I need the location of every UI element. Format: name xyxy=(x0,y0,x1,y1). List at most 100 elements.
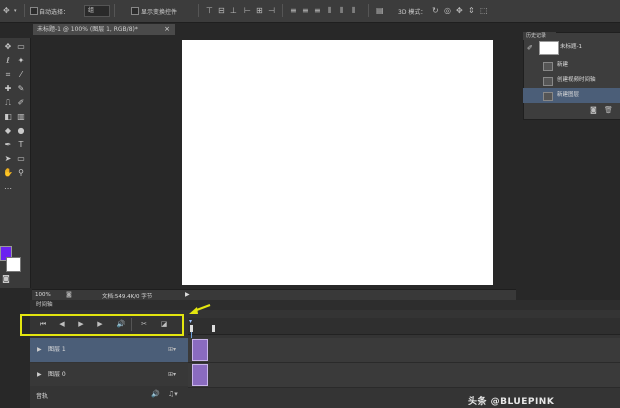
show-transform-checkbox[interactable] xyxy=(131,7,139,15)
timeline-header xyxy=(30,300,620,310)
pen-tool-icon[interactable]: ✒ xyxy=(2,140,14,150)
path-selection-tool-icon[interactable]: ➤ xyxy=(2,154,14,164)
eyedropper-tool-icon[interactable]: ⁄ xyxy=(15,70,27,80)
audio-mute-icon[interactable]: 🔊 xyxy=(151,390,160,398)
gradient-tool-icon[interactable]: ▥ xyxy=(15,112,27,122)
clone-stamp-tool-icon[interactable]: ⎍ xyxy=(2,98,14,108)
tool-preset-chevron-icon[interactable]: ▾ xyxy=(14,7,17,15)
shape-tool-icon[interactable]: ▭ xyxy=(15,154,27,164)
marquee-tool-icon[interactable]: ▭ xyxy=(15,42,27,52)
type-tool-icon[interactable]: T xyxy=(15,140,27,150)
film-clip-menu-icon[interactable]: ⊞▾ xyxy=(168,363,176,387)
watermark-text: 头条 @BLUEPINK xyxy=(468,397,555,407)
align-vcenter-icon[interactable]: ⊟ xyxy=(218,7,225,15)
3d-slide-icon[interactable]: ⇕ xyxy=(468,7,475,15)
toolbox: ✥ ▭ ℓ ✦ ⌗ ⁄ ✚ ✎ ⎍ ✐ ◧ ▥ ◆ ● ✒ T ➤ ▭ ✋ ⚲ … xyxy=(0,38,31,288)
zoom-level[interactable]: 100% xyxy=(35,292,51,298)
history-item[interactable]: 新建 xyxy=(523,58,620,73)
3d-roll-icon[interactable]: ◎ xyxy=(444,7,451,15)
auto-select-checkbox[interactable] xyxy=(30,7,38,15)
history-item-label: 创建视频时间轴 xyxy=(557,77,596,83)
move-tool-icon[interactable]: ✥ xyxy=(3,7,10,15)
playback-controls-highlight xyxy=(20,314,184,336)
document-info: 文档:549.4K/0 字节 xyxy=(102,294,153,300)
document-tab-title: 未标题-1 @ 100% (图层 1, RGB/8) xyxy=(37,26,135,33)
3d-scale-icon[interactable]: ⬚ xyxy=(480,7,488,15)
align-hcenter-icon[interactable]: ⊞ xyxy=(256,7,263,15)
dodge-tool-icon[interactable]: ● xyxy=(15,126,27,136)
expand-triangle-icon[interactable]: ▶ xyxy=(37,338,42,362)
history-item-selected[interactable]: 新建图层 xyxy=(523,88,620,103)
brush-tool-icon[interactable]: ✎ xyxy=(15,84,27,94)
distribute-left-icon[interactable]: ⦀ xyxy=(328,7,332,15)
playhead-icon[interactable]: ▾ xyxy=(189,318,192,325)
move-tool-icon[interactable]: ✥ xyxy=(2,42,14,52)
timeline-track[interactable] xyxy=(188,363,620,388)
audio-track-label: 音轨 xyxy=(36,393,49,400)
timeline-layer-name: 图层 0 xyxy=(48,371,66,378)
snapshot-name[interactable]: 未标题-1 xyxy=(560,41,582,53)
distribute-top-icon[interactable]: ≡ xyxy=(290,7,297,15)
distribute-right-icon[interactable]: ⦀ xyxy=(352,7,356,15)
auto-align-icon[interactable]: ▤ xyxy=(376,7,384,15)
distribute-bottom-icon[interactable]: ≡ xyxy=(314,7,321,15)
distribute-hcenter-icon[interactable]: ⦀ xyxy=(340,7,344,15)
timeline-tab[interactable]: 时间轴 xyxy=(36,301,53,309)
healing-brush-tool-icon[interactable]: ✚ xyxy=(2,84,14,94)
pointer-arrow-annotation xyxy=(189,303,211,314)
history-brush-source-icon[interactable]: ✐ xyxy=(527,44,533,52)
timeline-track[interactable] xyxy=(188,338,620,363)
history-brush-tool-icon[interactable]: ✐ xyxy=(15,98,27,108)
quick-mask-icon[interactable]: ◙ xyxy=(0,274,12,284)
background-color-swatch[interactable] xyxy=(6,257,21,272)
show-transform-label: 显示变换控件 xyxy=(141,9,178,16)
options-bar: ✥ ▾ 自动选择： 组 显示变换控件 ⊤ ⊟ ⊥ ⊢ ⊞ ⊣ ≡ ≡ ≡ ⦀ ⦀… xyxy=(0,0,620,23)
more-tools-icon[interactable]: ⋯ xyxy=(2,184,14,194)
history-state-icon xyxy=(543,92,553,101)
history-state-icon xyxy=(543,62,553,71)
audio-menu-icon[interactable]: ♫▾ xyxy=(168,390,178,398)
history-item[interactable]: 创建视频时间轴 xyxy=(523,73,620,88)
auto-select-dropdown[interactable]: 组 xyxy=(84,5,110,17)
film-clip-menu-icon[interactable]: ⊞▾ xyxy=(168,338,176,362)
document-canvas[interactable] xyxy=(182,40,493,285)
lasso-tool-icon[interactable]: ℓ xyxy=(2,56,14,66)
align-bottom-icon[interactable]: ⊥ xyxy=(230,7,237,15)
auto-select-label: 自动选择： xyxy=(39,9,70,16)
document-tab[interactable]: 未标题-1 @ 100% (图层 1, RGB/8)* xyxy=(33,24,175,35)
zoom-tool-icon[interactable]: ⚲ xyxy=(15,168,27,178)
blur-tool-icon[interactable]: ◆ xyxy=(2,126,14,136)
align-top-icon[interactable]: ⊤ xyxy=(206,7,213,15)
audio-track-row[interactable] xyxy=(30,386,188,407)
close-document-icon[interactable]: × xyxy=(162,24,172,35)
magic-wand-tool-icon[interactable]: ✦ xyxy=(15,56,27,66)
distribute-vcenter-icon[interactable]: ≡ xyxy=(302,7,309,15)
history-state-icon xyxy=(543,77,553,86)
status-menu-icon[interactable]: ▶ xyxy=(185,291,190,298)
delete-state-icon[interactable]: 🗑 xyxy=(604,106,613,114)
document-modified-marker: * xyxy=(134,26,138,33)
timeline-ruler[interactable] xyxy=(188,318,620,335)
hand-tool-icon[interactable]: ✋ xyxy=(2,168,14,178)
history-panel-tab[interactable]: 历史记录 xyxy=(523,32,556,40)
eraser-tool-icon[interactable]: ◧ xyxy=(2,112,14,122)
snapshot-thumbnail[interactable] xyxy=(539,41,559,55)
status-icon[interactable]: ◙ xyxy=(66,291,72,298)
new-snapshot-icon[interactable]: ◙ xyxy=(590,106,597,114)
timeline-layer-row[interactable]: ▶ 图层 0 ⊞▾ xyxy=(30,363,188,387)
history-item-label: 新建 xyxy=(557,62,569,68)
3d-rotate-icon[interactable]: ↻ xyxy=(432,7,439,15)
align-left-icon[interactable]: ⊢ xyxy=(244,7,251,15)
3d-mode-label: 3D 模式： xyxy=(398,9,427,16)
timeline-layer-row-selected[interactable]: ▶ 图层 1 ⊞▾ xyxy=(30,338,188,362)
timeline-layer-name: 图层 1 xyxy=(48,346,66,353)
work-area-end-handle[interactable] xyxy=(212,325,215,332)
layer-clip[interactable] xyxy=(192,339,208,361)
status-bar: 100% ◙ 文档:549.4K/0 字节 ▶ xyxy=(32,289,516,300)
work-area-start-handle[interactable] xyxy=(190,325,193,332)
expand-triangle-icon[interactable]: ▶ xyxy=(37,363,42,387)
layer-clip[interactable] xyxy=(192,364,208,386)
align-right-icon[interactable]: ⊣ xyxy=(268,7,275,15)
crop-tool-icon[interactable]: ⌗ xyxy=(2,70,14,80)
3d-pan-icon[interactable]: ✥ xyxy=(456,7,463,15)
